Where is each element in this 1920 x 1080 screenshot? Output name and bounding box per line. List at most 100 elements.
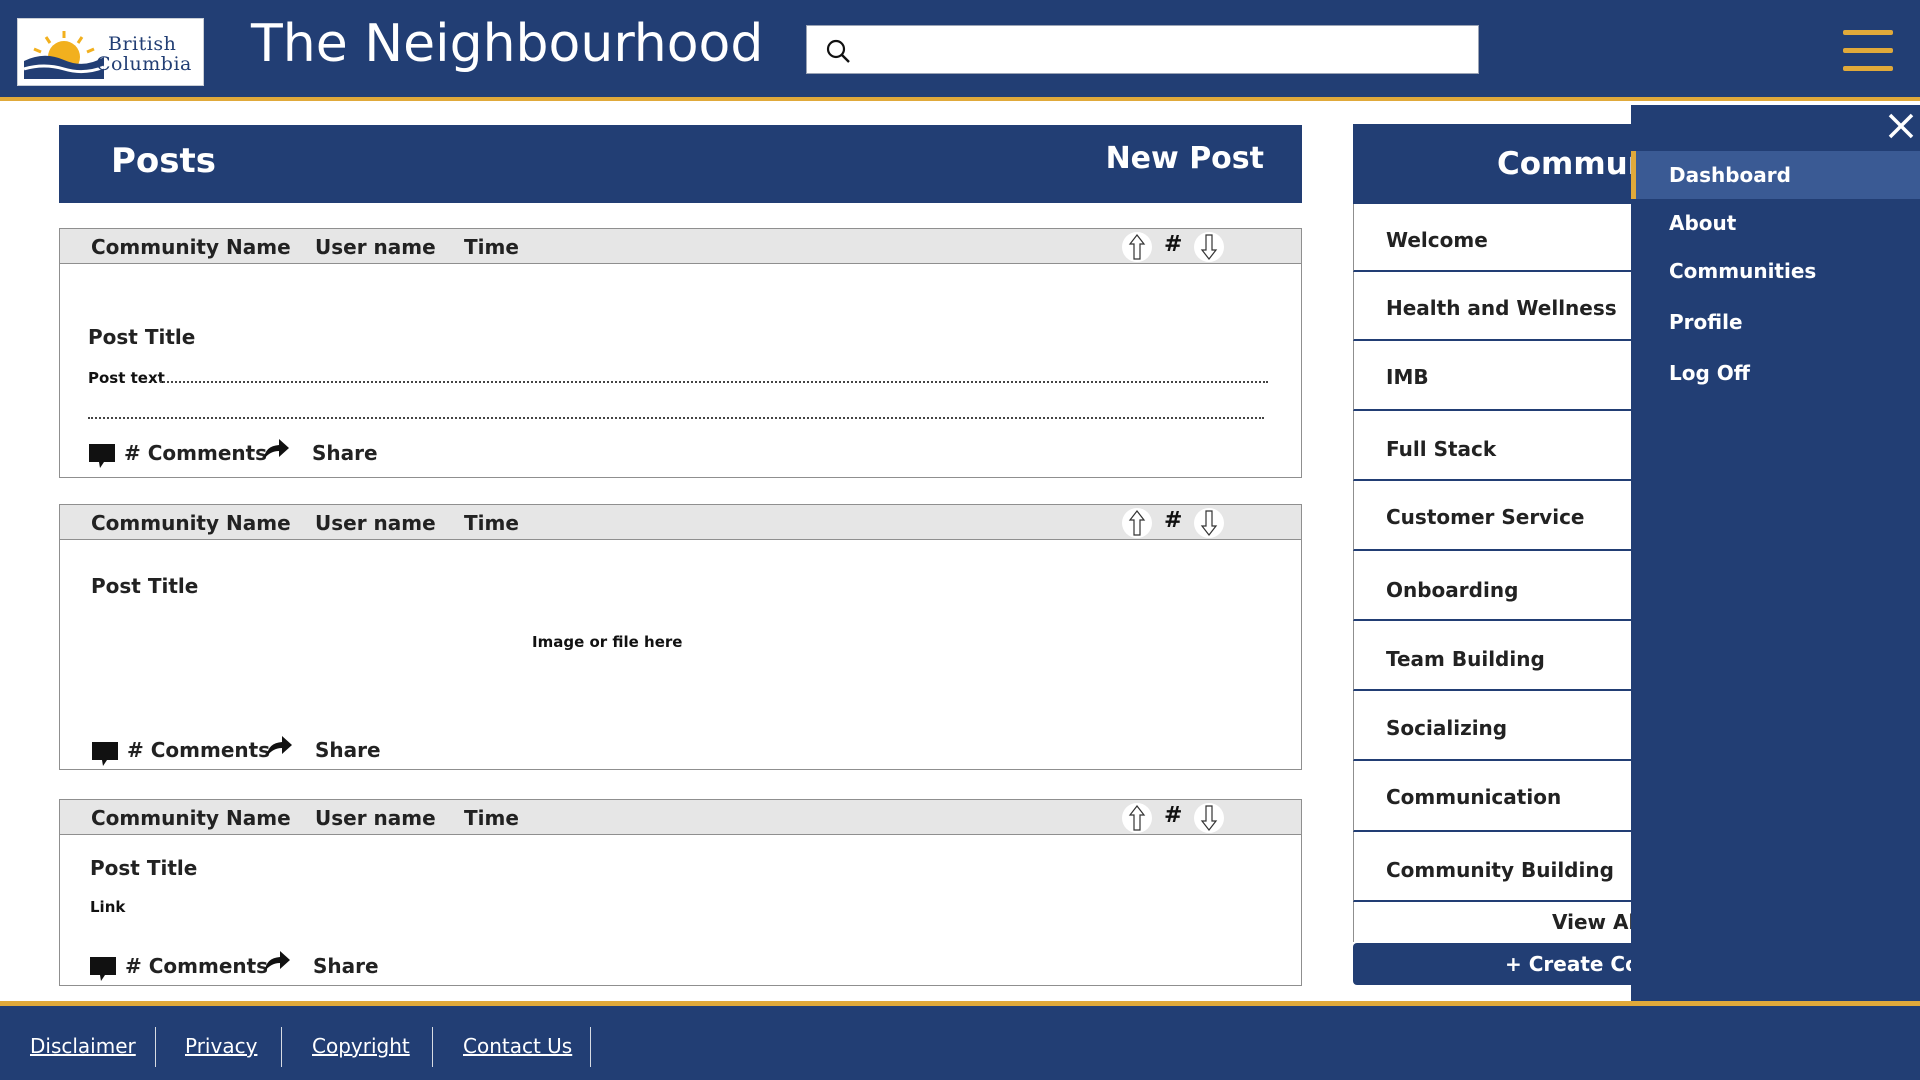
create-community-button[interactable]: + Create Community [1353, 943, 1633, 985]
communities-panel: Communities Welcome Health and Wellness … [1353, 124, 1633, 985]
sunrise-logo-icon [24, 31, 104, 79]
community-label: Communication [1386, 785, 1562, 809]
post-username[interactable]: User name [315, 806, 436, 830]
post-meta-bar: Community Name User name Time # [60, 800, 1301, 835]
site-header: British Columbia The Neighbourhood [0, 0, 1920, 101]
search-input[interactable] [863, 34, 1463, 66]
footer-divider [590, 1027, 591, 1067]
upvote-arrow-icon[interactable] [1122, 508, 1152, 538]
comment-icon[interactable] [89, 956, 117, 982]
community-item-community-building[interactable]: Community Building [1353, 832, 1633, 902]
nav-item-profile[interactable]: Profile [1631, 298, 1920, 346]
community-label: Onboarding [1386, 578, 1519, 602]
comment-icon[interactable] [91, 741, 119, 767]
view-all-link[interactable]: View All [1552, 910, 1633, 934]
community-label: IMB [1386, 365, 1429, 389]
post-meta-bar: Community Name User name Time # [60, 505, 1301, 540]
text-placeholder-line [88, 417, 1264, 419]
community-item-customer-service[interactable]: Customer Service [1353, 481, 1633, 551]
community-item-imb[interactable]: IMB [1353, 341, 1633, 411]
footer-link-contact-us[interactable]: Contact Us [463, 1034, 572, 1058]
side-nav-drawer: Dashboard About Communities Profile Log … [1631, 105, 1920, 1001]
post-card: Community Name User name Time # Post Tit… [59, 228, 1302, 478]
comment-icon[interactable] [88, 443, 116, 469]
community-item-communication[interactable]: Communication [1353, 761, 1633, 832]
nav-item-communities[interactable]: Communities [1631, 247, 1920, 295]
nav-label: Profile [1669, 310, 1743, 334]
post-meta-bar: Community Name User name Time # [60, 229, 1301, 264]
comments-link[interactable]: # Comments [125, 954, 268, 978]
post-username[interactable]: User name [315, 511, 436, 535]
close-icon[interactable] [1886, 111, 1916, 141]
post-link[interactable]: Link [90, 898, 125, 916]
community-label: Full Stack [1386, 437, 1497, 461]
comments-link[interactable]: # Comments [124, 441, 267, 465]
footer-link-disclaimer[interactable]: Disclaimer [30, 1034, 136, 1058]
vote-count: # [1164, 803, 1183, 828]
vote-count: # [1164, 508, 1183, 533]
post-card: Community Name User name Time # Post Tit… [59, 799, 1302, 986]
community-label: Community Building [1386, 858, 1614, 882]
nav-item-log-off[interactable]: Log Off [1631, 349, 1920, 397]
community-label: Health and Wellness [1386, 296, 1617, 320]
footer-divider [155, 1027, 156, 1067]
communities-header: Communities [1353, 124, 1633, 204]
share-link[interactable]: Share [315, 738, 381, 762]
post-time: Time [464, 235, 519, 259]
share-arrow-icon[interactable] [262, 437, 290, 461]
community-item-onboarding[interactable]: Onboarding [1353, 551, 1633, 621]
nav-label: Communities [1669, 259, 1817, 283]
post-community[interactable]: Community Name [91, 806, 291, 830]
nav-item-about[interactable]: About [1631, 199, 1920, 247]
page: British Columbia The Neighbourhood Posts… [0, 0, 1920, 1080]
downvote-arrow-icon[interactable] [1194, 508, 1224, 538]
logo-text-line2: Columbia [96, 53, 192, 75]
comments-link[interactable]: # Comments [127, 738, 270, 762]
post-time: Time [464, 806, 519, 830]
logo-text-line1: British [108, 33, 177, 55]
post-attachment[interactable]: Image or file here [532, 633, 682, 651]
footer-link-privacy[interactable]: Privacy [185, 1034, 257, 1058]
community-label: Welcome [1386, 228, 1488, 252]
share-link[interactable]: Share [312, 441, 378, 465]
share-arrow-icon[interactable] [263, 949, 291, 973]
community-label: Socializing [1386, 716, 1508, 740]
posts-title: Posts [111, 141, 217, 181]
post-text: Post text [88, 369, 165, 387]
downvote-arrow-icon[interactable] [1194, 232, 1224, 262]
search-box [806, 25, 1479, 74]
text-placeholder-line [160, 381, 1268, 383]
nav-item-dashboard[interactable]: Dashboard [1631, 151, 1920, 199]
new-post-button[interactable]: New Post [1106, 141, 1264, 176]
post-username[interactable]: User name [315, 235, 436, 259]
site-title: The Neighbourhood [251, 14, 764, 74]
post-community[interactable]: Community Name [91, 511, 291, 535]
post-title[interactable]: Post Title [90, 856, 197, 880]
post-time: Time [464, 511, 519, 535]
bc-logo[interactable]: British Columbia [17, 18, 204, 86]
post-title[interactable]: Post Title [91, 574, 198, 598]
view-all-communities: View All [1353, 902, 1633, 942]
post-community[interactable]: Community Name [91, 235, 291, 259]
upvote-arrow-icon[interactable] [1122, 803, 1152, 833]
community-item-health-and-wellness[interactable]: Health and Wellness [1353, 272, 1633, 341]
search-icon [826, 39, 850, 63]
downvote-arrow-icon[interactable] [1194, 803, 1224, 833]
create-community-label: + Create Community [1505, 952, 1633, 976]
post-title[interactable]: Post Title [88, 325, 195, 349]
communities-title: Communities [1497, 146, 1633, 182]
community-label: Customer Service [1386, 505, 1585, 529]
hamburger-icon[interactable] [1843, 30, 1893, 72]
community-item-socializing[interactable]: Socializing [1353, 691, 1633, 761]
posts-header: Posts New Post [59, 125, 1302, 203]
community-item-full-stack[interactable]: Full Stack [1353, 411, 1633, 481]
upvote-arrow-icon[interactable] [1122, 232, 1152, 262]
footer-divider [432, 1027, 433, 1067]
community-item-team-building[interactable]: Team Building [1353, 621, 1633, 691]
share-arrow-icon[interactable] [265, 734, 293, 758]
share-link[interactable]: Share [313, 954, 379, 978]
post-card: Community Name User name Time # Post Tit… [59, 504, 1302, 770]
vote-count: # [1164, 232, 1183, 257]
footer-link-copyright[interactable]: Copyright [312, 1034, 410, 1058]
community-item-welcome[interactable]: Welcome [1353, 204, 1633, 272]
